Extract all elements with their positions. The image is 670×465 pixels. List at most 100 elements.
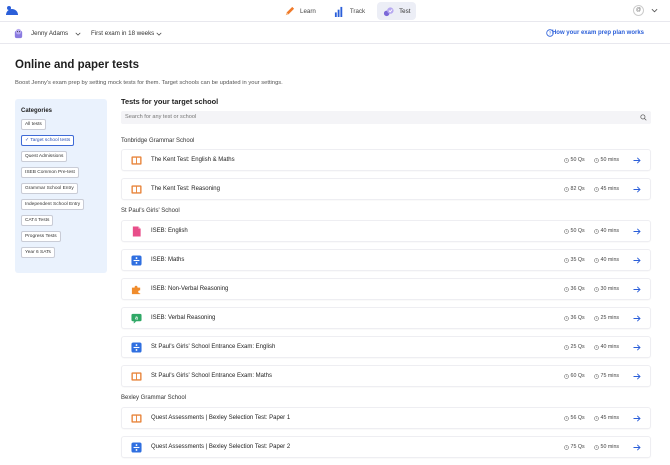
school-group-title: St Paul's Girls' School [121, 208, 180, 214]
category-independent-school-entry[interactable]: Independent School Entry [21, 199, 85, 210]
duration-label: 75 mins [600, 373, 620, 379]
duration-label: 45 mins [600, 186, 620, 192]
exam-date-selector[interactable]: First exam in 18 weeks [91, 30, 154, 37]
category-grammar-school-entry[interactable]: Grammar School Entry [21, 183, 78, 194]
tab-test[interactable]: Test [377, 2, 417, 20]
test-name: Quest Assessments | Bexley Selection Tes… [151, 415, 291, 421]
category-cat4-tests[interactable]: CAT4 Tests [21, 215, 54, 226]
test-name: St Paul's Girls' School Entrance Exam: E… [151, 344, 276, 350]
clock-icon [594, 257, 599, 263]
question-count-label: 75 Qs [570, 444, 585, 450]
clock-icon [594, 415, 599, 421]
divide-icon [131, 342, 142, 353]
duration: 40 mins [594, 344, 619, 350]
avatar[interactable]: @ [633, 5, 644, 16]
duration-label: 45 mins [600, 415, 620, 421]
clock-icon [564, 286, 569, 292]
tab-track[interactable]: Track [328, 2, 371, 20]
category-iseb-common-pretest[interactable]: ISEB Common Pre-test [21, 167, 79, 178]
question-count: 56 Qs [564, 415, 585, 421]
how-it-works-link[interactable]: How your exam prep plan works [552, 30, 644, 36]
categories-title: Categories [21, 108, 53, 114]
test-name: Quest Assessments | Bexley Selection Tes… [151, 444, 291, 450]
clock-icon [594, 157, 599, 163]
arrow-right-icon[interactable] [633, 286, 641, 293]
question-count: 36 Qs [564, 315, 585, 321]
tab-learn-label: Learn [300, 7, 316, 15]
arrow-right-icon[interactable] [633, 228, 641, 235]
test-name: St Paul's Girls' School Entrance Exam: M… [151, 373, 273, 379]
clock-icon [594, 286, 599, 292]
category-all-tests[interactable]: All tests [21, 119, 46, 130]
puzzle-icon [131, 285, 141, 295]
question-count-label: 50 Qs [570, 228, 585, 234]
test-name: ISEB: English [151, 228, 188, 234]
clock-icon [564, 186, 569, 192]
duration-label: 50 mins [600, 157, 620, 163]
question-count: 50 Qs [564, 228, 585, 234]
categories-sidebar: Categories All tests ✓ Target school tes… [15, 99, 107, 273]
document-icon [132, 226, 141, 237]
arrow-right-icon[interactable] [633, 344, 641, 351]
test-row[interactable]: ISEB: Non-Verbal Reasoning 36 Qs 30 mins [121, 278, 651, 300]
question-count-label: 36 Qs [570, 286, 585, 292]
arrow-right-icon[interactable] [633, 157, 641, 164]
duration: 40 mins [594, 228, 619, 234]
search-icon[interactable] [640, 114, 647, 121]
duration-label: 50 mins [600, 444, 620, 450]
logo-icon[interactable] [5, 5, 19, 16]
school-group-title: Bexley Grammar School [121, 395, 187, 401]
test-row[interactable]: The Kent Test: English & Maths 50 Qs 50 mi… [121, 149, 651, 171]
clock-icon [564, 157, 569, 163]
clock-icon [564, 344, 569, 350]
divide-icon [131, 442, 142, 453]
arrow-right-icon[interactable] [633, 415, 641, 422]
arrow-right-icon[interactable] [633, 444, 641, 451]
question-count: 50 Qs [564, 157, 585, 163]
arrow-right-icon[interactable] [633, 186, 641, 193]
question-count: 82 Qs [564, 186, 585, 192]
category-progress-tests[interactable]: Progress Tests [21, 231, 61, 242]
chevron-down-icon[interactable] [156, 31, 162, 37]
test-row[interactable]: Quest Assessments | Bexley Selection Tes… [121, 407, 651, 429]
clock-icon [564, 228, 569, 234]
child-selector[interactable]: Jenny Adams [31, 30, 68, 37]
category-target-school-tests[interactable]: ✓ Target school tests [21, 135, 75, 146]
tab-test-label: Test [399, 7, 411, 15]
test-name: ISEB: Verbal Reasoning [151, 315, 216, 321]
test-row[interactable]: ISEB: English 50 Qs 40 mins [121, 220, 651, 242]
category-quest-admissions[interactable]: Quest Admissions [21, 151, 68, 162]
question-count-label: 50 Qs [570, 157, 585, 163]
search-input[interactable] [125, 114, 625, 120]
svg-text:a: a [135, 315, 138, 321]
arrow-right-icon[interactable] [633, 315, 641, 322]
child-avatar-icon [14, 28, 23, 39]
category-year6-sats[interactable]: Year 6 SATs [21, 247, 55, 258]
book-icon [131, 414, 142, 423]
test-row[interactable]: St Paul's Girls' School Entrance Exam: E… [121, 336, 651, 358]
test-icon [383, 6, 394, 16]
test-row[interactable]: ISEB: Maths 35 Qs 40 mins [121, 249, 651, 271]
clock-icon [564, 444, 569, 450]
chevron-down-icon[interactable] [75, 31, 81, 37]
chevron-down-icon[interactable] [651, 7, 658, 14]
divide-icon [131, 255, 142, 266]
test-row[interactable]: a ISEB: Verbal Reasoning 36 Qs 25 mins [121, 307, 651, 329]
duration: 50 mins [594, 444, 619, 450]
test-name: ISEB: Maths [151, 257, 185, 263]
search-bar [121, 111, 651, 124]
test-name: ISEB: Non-Verbal Reasoning [151, 286, 229, 292]
arrow-right-icon[interactable] [633, 373, 641, 380]
test-row[interactable]: St Paul's Girls' School Entrance Exam: M… [121, 365, 651, 387]
nav-tabs: Learn Track Test [278, 2, 417, 20]
duration-label: 25 mins [600, 315, 620, 321]
test-row[interactable]: The Kent Test: Reasoning 82 Qs 45 mins [121, 178, 651, 200]
test-name: The Kent Test: English & Maths [151, 157, 235, 163]
test-row[interactable]: Quest Assessments | Bexley Selection Tes… [121, 436, 651, 458]
pencil-icon [285, 6, 295, 15]
book-icon [131, 156, 142, 165]
arrow-right-icon[interactable] [633, 257, 641, 264]
clock-icon [594, 444, 599, 450]
clock-icon [564, 315, 569, 321]
tab-learn[interactable]: Learn [278, 2, 322, 20]
